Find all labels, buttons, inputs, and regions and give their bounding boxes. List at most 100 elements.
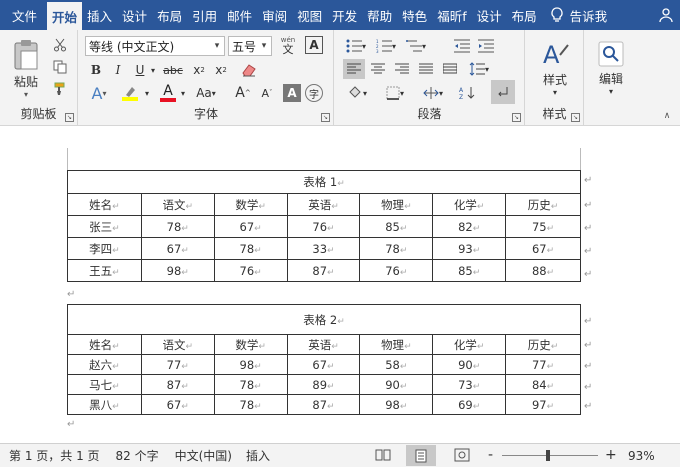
table-cell[interactable]: 67↵ <box>286 354 361 375</box>
phonetic-guide-button[interactable]: wén 文 <box>277 34 299 56</box>
table-cell[interactable]: 85↵ <box>359 215 434 238</box>
font-launcher-icon[interactable]: ↘ <box>321 113 330 122</box>
document-area[interactable]: 表格 1↵ 姓名↵ 语文↵ 数学↵ 英语↵ 物理↵ 化学↵ 历史↵ 张三↵ 78↵ 67↵ 76↵ 8… <box>0 126 680 443</box>
font-color-button[interactable]: A <box>157 82 179 104</box>
clipboard-launcher-icon[interactable]: ↘ <box>65 113 74 122</box>
align-left-button[interactable] <box>343 59 365 79</box>
styles-launcher-icon[interactable]: ↘ <box>571 113 580 122</box>
copy-button[interactable] <box>50 58 70 76</box>
change-case-button[interactable]: Aa ▾ <box>193 82 219 104</box>
tell-me[interactable]: 告诉我 <box>550 0 607 30</box>
tab-developer[interactable]: 开发 <box>327 0 362 30</box>
paragraph-launcher-icon[interactable]: ↘ <box>512 113 521 122</box>
cut-button[interactable] <box>50 36 70 54</box>
table-cell[interactable]: 78↵ <box>213 394 288 415</box>
shrink-font-button[interactable]: Aˇ <box>257 82 277 104</box>
tab-table-design[interactable]: 设计 <box>472 0 507 30</box>
table-cell[interactable]: 87↵ <box>286 259 361 282</box>
word-count[interactable]: 82 个字 <box>116 447 159 464</box>
table-caption[interactable]: 表格 1↵ <box>67 170 581 194</box>
font-color-dropdown-icon[interactable]: ▾ <box>179 82 187 104</box>
table-cell[interactable]: 76↵ <box>286 215 361 238</box>
tab-mailings[interactable]: 邮件 <box>222 0 257 30</box>
tab-special[interactable]: 特色 <box>397 0 432 30</box>
table-header-cell[interactable]: 物理↵ <box>359 334 434 355</box>
print-layout-icon[interactable] <box>406 445 436 466</box>
table-cell[interactable]: 98↵ <box>213 354 288 375</box>
table-cell[interactable]: 98↵ <box>140 259 215 282</box>
table-header-cell[interactable]: 语文↵ <box>140 193 215 216</box>
tab-design[interactable]: 设计 <box>117 0 152 30</box>
table-cell[interactable]: 黑八↵ <box>67 394 142 415</box>
styles-button[interactable]: A 样式 ▾ <box>532 34 578 102</box>
score-table-2[interactable]: 表格 2↵ 姓名↵ 语文↵ 数学↵ 英语↵ 物理↵ 化学↵ 历史↵ 赵六↵ 77↵ 98↵ 67↵ 5… <box>67 304 581 415</box>
decrease-indent-button[interactable] <box>451 36 473 56</box>
tab-layout[interactable]: 布局 <box>152 0 187 30</box>
justify-button[interactable] <box>415 59 437 79</box>
borders-button[interactable]: ▾ <box>381 82 409 104</box>
table-cell[interactable]: 76↵ <box>359 259 434 282</box>
table-cell[interactable]: 87↵ <box>286 394 361 415</box>
char-border-button[interactable]: A <box>305 36 323 54</box>
table-cell[interactable]: 93↵ <box>432 237 507 260</box>
table-cell[interactable]: 78↵ <box>359 237 434 260</box>
table-header-cell[interactable]: 数学↵ <box>213 193 288 216</box>
share-person-icon[interactable] <box>658 7 674 23</box>
table-cell[interactable]: 82↵ <box>432 215 507 238</box>
underline-dropdown-icon[interactable]: ▾ <box>149 60 157 80</box>
underline-button[interactable]: U <box>131 60 149 80</box>
multilevel-list-button[interactable]: ▾ <box>403 36 429 56</box>
table-cell[interactable]: 67↵ <box>213 215 288 238</box>
language-indicator[interactable]: 中文(中国) <box>175 447 232 464</box>
table-header-cell[interactable]: 数学↵ <box>213 334 288 355</box>
sort-button[interactable]: AZ <box>455 82 479 104</box>
italic-button[interactable]: I <box>109 60 127 80</box>
table-caption[interactable]: 表格 2↵ <box>67 304 581 335</box>
align-right-button[interactable] <box>391 59 413 79</box>
tab-help[interactable]: 帮助 <box>362 0 397 30</box>
web-layout-icon[interactable] <box>454 448 470 464</box>
table-cell[interactable]: 67↵ <box>140 237 215 260</box>
table-cell[interactable]: 67↵ <box>140 394 215 415</box>
table-cell[interactable]: 78↵ <box>213 237 288 260</box>
highlight-button[interactable] <box>117 82 143 104</box>
char-shading-button[interactable]: A <box>283 84 301 102</box>
text-effects-button[interactable]: A ▾ <box>87 82 111 104</box>
table-cell[interactable]: 马七↵ <box>67 374 142 395</box>
zoom-in-button[interactable]: + <box>605 447 617 463</box>
shading-button[interactable]: ▾ <box>343 82 371 104</box>
tab-home[interactable]: 开始 <box>47 2 83 30</box>
table-header-cell[interactable]: 历史↵ <box>505 334 581 355</box>
strikethrough-button[interactable]: abc <box>161 60 185 80</box>
subscript-button[interactable]: x2 <box>189 60 209 80</box>
zoom-slider-thumb[interactable] <box>546 450 550 461</box>
enclose-char-button[interactable]: 字 <box>305 84 323 102</box>
tab-table-layout[interactable]: 布局 <box>507 0 542 30</box>
table-cell[interactable]: 73↵ <box>432 374 507 395</box>
paste-button[interactable]: 粘贴 ▾ <box>6 36 46 102</box>
table-cell[interactable]: 78↵ <box>213 374 288 395</box>
tab-foxit[interactable]: 福昕f <box>432 0 471 30</box>
chinese-layout-button[interactable]: ▾ <box>419 82 447 104</box>
table-header-cell[interactable]: 历史↵ <box>505 193 581 216</box>
font-size-select[interactable]: 五号 ▾ <box>228 36 272 56</box>
tab-view[interactable]: 视图 <box>292 0 327 30</box>
table-header-cell[interactable]: 化学↵ <box>432 193 507 216</box>
clear-format-button[interactable] <box>239 60 259 80</box>
table-cell[interactable]: 97↵ <box>505 394 581 415</box>
score-table-1[interactable]: 表格 1↵ 姓名↵ 语文↵ 数学↵ 英语↵ 物理↵ 化学↵ 历史↵ 张三↵ 78↵ 67↵ 76↵ 8… <box>67 170 581 282</box>
table-header-cell[interactable]: 英语↵ <box>286 334 361 355</box>
table-cell[interactable]: 33↵ <box>286 237 361 260</box>
table-cell[interactable]: 75↵ <box>505 215 581 238</box>
table-cell[interactable]: 69↵ <box>432 394 507 415</box>
line-spacing-button[interactable]: ▾ <box>465 59 493 79</box>
table-header-cell[interactable]: 姓名↵ <box>67 193 142 216</box>
numbering-button[interactable]: 1 2 3 ▾ <box>373 36 399 56</box>
table-cell[interactable]: 90↵ <box>432 354 507 375</box>
tab-file[interactable]: 文件 <box>0 0 47 30</box>
table-header-cell[interactable]: 语文↵ <box>140 334 215 355</box>
table-header-cell[interactable]: 化学↵ <box>432 334 507 355</box>
table-header-cell[interactable]: 姓名↵ <box>67 334 142 355</box>
distributed-button[interactable] <box>439 59 461 79</box>
tab-references[interactable]: 引用 <box>187 0 222 30</box>
